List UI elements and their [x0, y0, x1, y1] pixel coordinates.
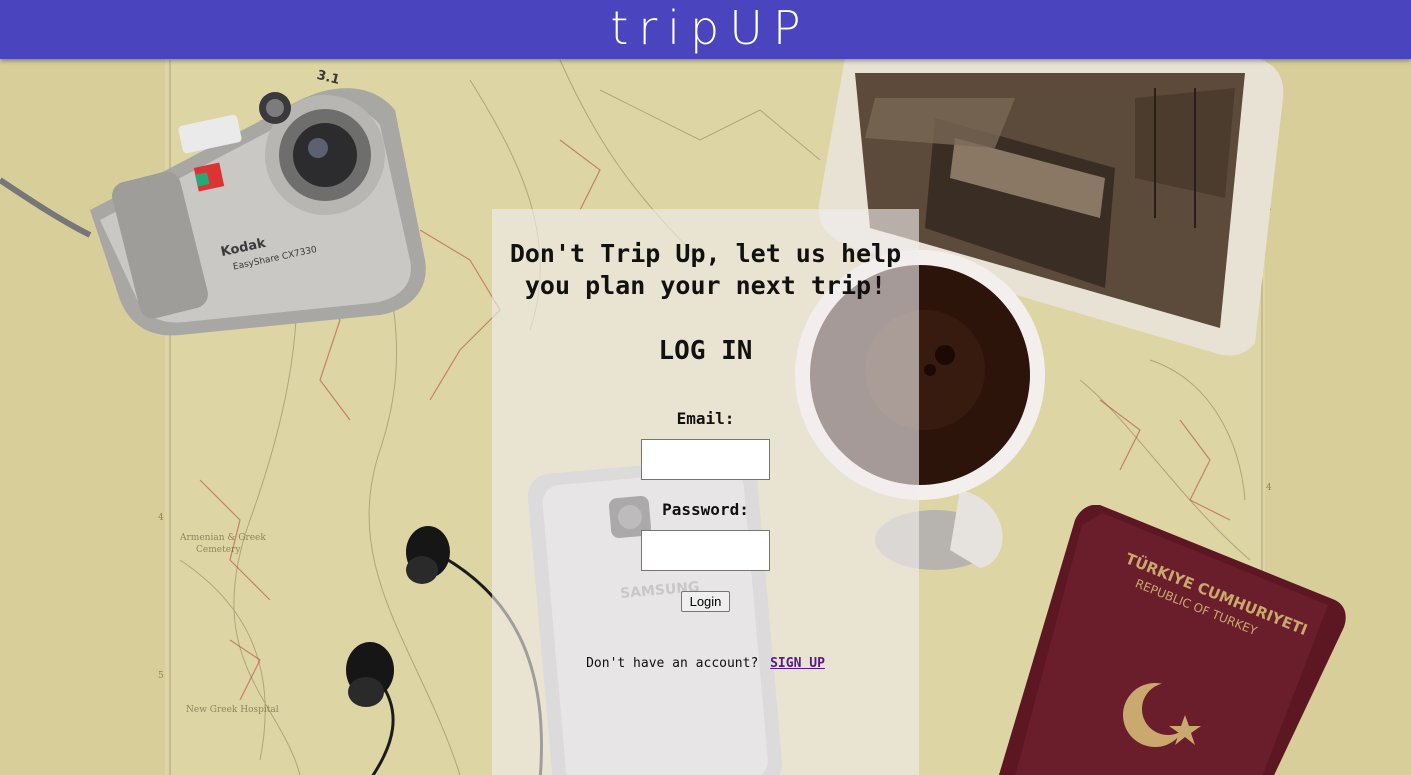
password-field[interactable]: [641, 530, 770, 571]
email-label: Email:: [676, 409, 735, 428]
camera-image: Kodak EasyShare CX7330 3.1: [0, 68, 426, 336]
login-button[interactable]: Login: [681, 591, 730, 612]
signup-prompt: Don't have an account?: [586, 656, 759, 671]
tagline-line-2: you plan your next trip!: [524, 271, 887, 300]
svg-text:Armenian & Greek: Armenian & Greek: [179, 533, 266, 543]
svg-text:5: 5: [158, 671, 164, 681]
passport-image: TÜRKIYE CUMHURIYETI REPUBLIC OF TURKEY: [998, 505, 1346, 775]
email-field[interactable]: [641, 439, 770, 480]
login-heading: LOG IN: [658, 336, 753, 366]
svg-text:3.1: 3.1: [315, 68, 341, 88]
signup-link[interactable]: SIGN UP: [770, 656, 825, 671]
password-label: Password:: [662, 500, 749, 519]
svg-text:New Greek Hospital: New Greek Hospital: [186, 705, 279, 715]
tagline: Don't Trip Up, let us help you plan your…: [0, 238, 1411, 302]
app-title[interactable]: tripUP: [610, 0, 810, 56]
svg-text:4: 4: [1266, 483, 1272, 493]
signup-prompt-row: Don't have an account? SIGN UP: [0, 656, 1411, 671]
tagline-line-1: Don't Trip Up, let us help: [509, 239, 902, 268]
top-bar: tripUP: [0, 0, 1411, 59]
svg-text:Cemetery: Cemetery: [196, 545, 241, 555]
